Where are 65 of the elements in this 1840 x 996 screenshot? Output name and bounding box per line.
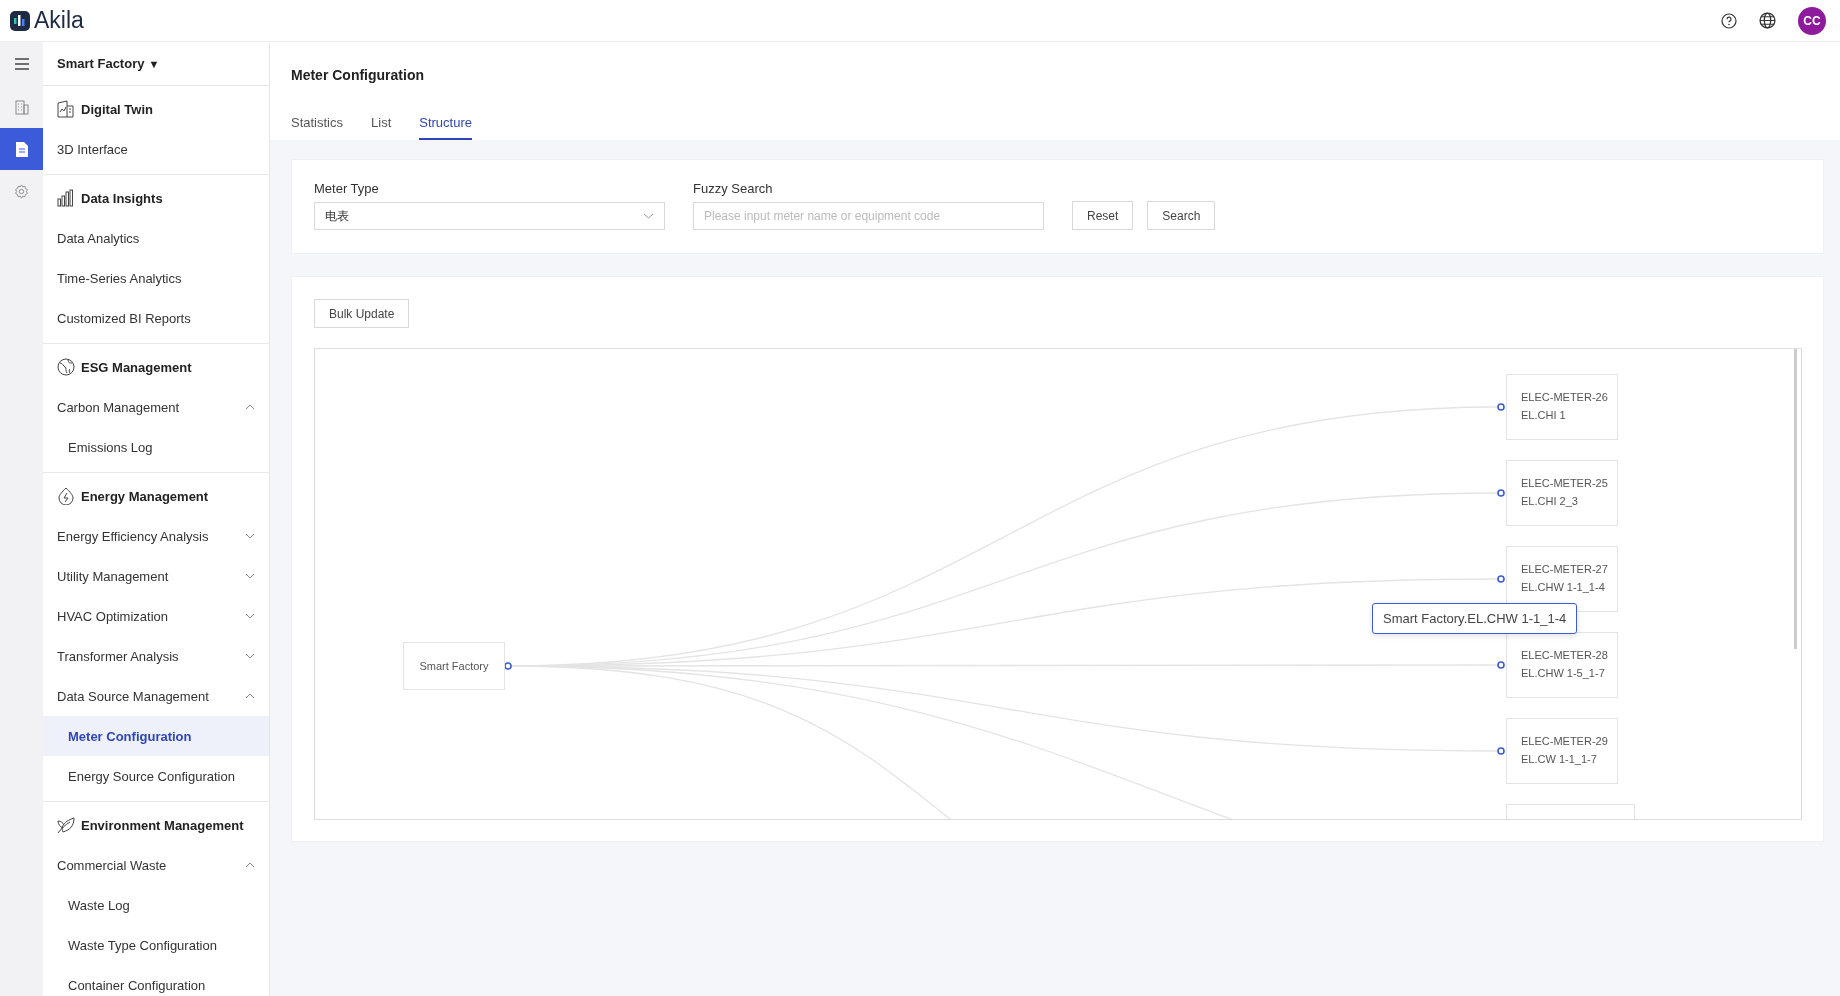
field-label: Meter Type <box>314 181 380 196</box>
bar-chart-icon <box>57 189 75 207</box>
root-node[interactable]: Smart Factory <box>403 642 505 690</box>
section-title: Digital Twin <box>81 101 153 117</box>
menu-item[interactable]: Waste Log <box>43 885 269 925</box>
logo-text: Akila <box>34 7 84 34</box>
meter-node[interactable]: ELEC-METER-27 EL.CHW 1-1_1-4 <box>1506 546 1618 612</box>
section-title: Energy Management <box>81 488 209 504</box>
tooltip: Smart Factory.EL.CHW 1-1_1-4 <box>1372 603 1578 634</box>
menu-item[interactable]: Time-Series Analytics <box>43 258 269 298</box>
globe-icon <box>57 358 75 376</box>
chevron-icon <box>643 213 654 219</box>
tab[interactable]: Structure <box>419 115 472 140</box>
menu-icon <box>14 58 29 70</box>
connector-port[interactable] <box>504 662 512 670</box>
rail-item[interactable] <box>0 128 43 170</box>
organization-selector[interactable]: Smart Factory ▼ <box>43 42 269 85</box>
section-title: Environment Management <box>81 817 244 833</box>
meter-node[interactable] <box>1506 804 1635 819</box>
building-chart-icon <box>57 100 75 118</box>
menu-item[interactable]: Data Source Management <box>43 676 269 716</box>
meter-node[interactable]: ELEC-METER-26 EL.CHI 1 <box>1506 374 1618 440</box>
filter-button[interactable]: Search <box>1147 201 1216 230</box>
section-title: Data Insights <box>81 190 163 206</box>
bulk-update-button[interactable]: Bulk Update <box>314 299 410 328</box>
filter-button[interactable]: Reset <box>1072 201 1134 230</box>
menu-item[interactable]: Carbon Management <box>43 387 269 427</box>
search-field[interactable]: Please input meter name or equipment code <box>693 202 1044 230</box>
menu-item[interactable]: Commercial Waste <box>43 845 269 885</box>
building-icon <box>14 99 29 115</box>
connector-port[interactable] <box>1497 403 1505 411</box>
leaf-icon <box>57 816 75 834</box>
menu-item[interactable]: Energy Efficiency Analysis <box>43 516 269 556</box>
meter-type-select[interactable]: 电表 <box>314 202 665 230</box>
tab[interactable]: List <box>371 115 392 140</box>
globe-icon[interactable] <box>1759 12 1776 29</box>
menu-item[interactable]: Data Analytics <box>43 218 269 258</box>
document-icon <box>15 141 28 157</box>
menu-item[interactable]: Transformer Analysis <box>43 636 269 676</box>
connector-port[interactable] <box>1497 661 1505 669</box>
menu-item[interactable]: Utility Management <box>43 556 269 596</box>
menu-item[interactable]: Customized BI Reports <box>43 298 269 338</box>
settings-icon <box>14 183 29 199</box>
help-icon[interactable] <box>1721 12 1737 29</box>
menu-item[interactable]: Meter Configuration <box>43 716 269 756</box>
menu-item[interactable]: HVAC Optimization <box>43 596 269 636</box>
page-title: Meter Configuration <box>291 66 425 85</box>
meter-node[interactable]: ELEC-METER-25 EL.CHI 2_3 <box>1506 460 1618 526</box>
connector-port[interactable] <box>1497 747 1505 755</box>
menu-item[interactable]: 3D Interface <box>43 129 269 169</box>
tab[interactable]: Statistics <box>291 115 343 140</box>
user-avatar[interactable]: CC <box>1798 6 1826 35</box>
menu-item[interactable]: Container Configuration <box>43 965 269 996</box>
menu-item[interactable]: Energy Source Configuration <box>43 756 269 796</box>
lightning-icon <box>57 487 75 505</box>
menu-item[interactable]: Emissions Log <box>43 427 269 467</box>
logo-icon <box>10 10 30 31</box>
meter-node[interactable]: ELEC-METER-29 EL.CW 1-1_1-7 <box>1506 718 1618 784</box>
meter-node[interactable]: ELEC-METER-28 EL.CHW 1-5_1-7 <box>1506 632 1618 698</box>
connector-port[interactable] <box>1497 575 1505 583</box>
section-title: ESG Management <box>81 359 192 375</box>
scrollbar[interactable] <box>1794 349 1797 649</box>
menu-item[interactable]: Waste Type Configuration <box>43 925 269 965</box>
connector-port[interactable] <box>1497 489 1505 497</box>
field-label: Fuzzy Search <box>693 181 774 196</box>
